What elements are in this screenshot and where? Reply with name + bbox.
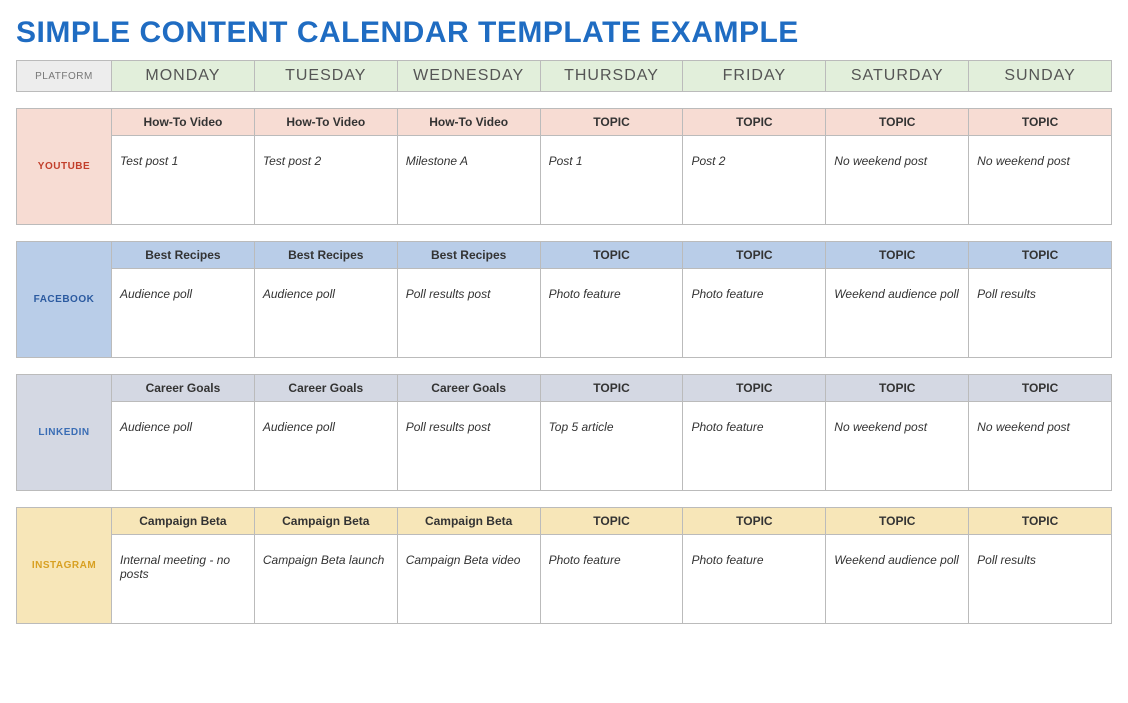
platform-section-facebook: FACEBOOKBest RecipesBest RecipesBest Rec… xyxy=(16,241,1112,358)
topic-cell: Career Goals xyxy=(398,375,541,402)
content-cell: No weekend post xyxy=(969,402,1111,490)
content-cell: Campaign Beta launch xyxy=(255,535,398,623)
platform-label: INSTAGRAM xyxy=(17,508,112,623)
topic-cell: How-To Video xyxy=(255,109,398,136)
topic-cell: TOPIC xyxy=(541,375,684,402)
topic-cell: Best Recipes xyxy=(255,242,398,269)
topic-cell: How-To Video xyxy=(112,109,255,136)
platform-section-youtube: YOUTUBEHow-To VideoHow-To VideoHow-To Vi… xyxy=(16,108,1112,225)
topic-cell: TOPIC xyxy=(683,109,826,136)
content-cell: Weekend audience poll xyxy=(826,269,969,357)
content-cell: Top 5 article xyxy=(541,402,684,490)
platform-label: FACEBOOK xyxy=(17,242,112,357)
topic-cell: TOPIC xyxy=(826,508,969,535)
content-cell: Poll results xyxy=(969,535,1111,623)
content-cell: Test post 2 xyxy=(255,136,398,224)
content-cell: Milestone A xyxy=(398,136,541,224)
day-header: SATURDAY xyxy=(826,61,969,91)
day-header: THURSDAY xyxy=(541,61,684,91)
topic-cell: Best Recipes xyxy=(398,242,541,269)
content-cell: Audience poll xyxy=(112,402,255,490)
topic-cell: TOPIC xyxy=(969,242,1111,269)
topic-cell: Campaign Beta xyxy=(398,508,541,535)
platform-label: YOUTUBE xyxy=(17,109,112,224)
platform-header: PLATFORM xyxy=(17,61,112,91)
platform-label: LINKEDIN xyxy=(17,375,112,490)
topic-cell: TOPIC xyxy=(826,242,969,269)
day-header: FRIDAY xyxy=(683,61,826,91)
content-cell: No weekend post xyxy=(826,136,969,224)
topic-cell: Campaign Beta xyxy=(255,508,398,535)
platform-section-instagram: INSTAGRAMCampaign BetaCampaign BetaCampa… xyxy=(16,507,1112,624)
day-header: MONDAY xyxy=(112,61,255,91)
content-cell: Post 2 xyxy=(683,136,826,224)
content-cell: Audience poll xyxy=(255,402,398,490)
content-cell: Poll results post xyxy=(398,402,541,490)
content-cell: No weekend post xyxy=(969,136,1111,224)
content-cell: Weekend audience poll xyxy=(826,535,969,623)
header-row: PLATFORM MONDAY TUESDAY WEDNESDAY THURSD… xyxy=(16,60,1112,92)
topic-cell: TOPIC xyxy=(826,109,969,136)
day-header: WEDNESDAY xyxy=(398,61,541,91)
topic-cell: How-To Video xyxy=(398,109,541,136)
page-title: SIMPLE CONTENT CALENDAR TEMPLATE EXAMPLE xyxy=(16,16,1112,50)
topic-cell: TOPIC xyxy=(826,375,969,402)
content-cell: Photo feature xyxy=(541,535,684,623)
platform-section-linkedin: LINKEDINCareer GoalsCareer GoalsCareer G… xyxy=(16,374,1112,491)
topic-cell: TOPIC xyxy=(969,109,1111,136)
topic-cell: Career Goals xyxy=(112,375,255,402)
topic-cell: TOPIC xyxy=(541,242,684,269)
content-cell: Photo feature xyxy=(683,402,826,490)
content-cell: Poll results xyxy=(969,269,1111,357)
topic-cell: TOPIC xyxy=(969,375,1111,402)
topic-cell: Best Recipes xyxy=(112,242,255,269)
topic-cell: TOPIC xyxy=(541,109,684,136)
content-cell: Photo feature xyxy=(683,269,826,357)
topic-cell: TOPIC xyxy=(969,508,1111,535)
topic-cell: Campaign Beta xyxy=(112,508,255,535)
content-cell: Photo feature xyxy=(683,535,826,623)
content-cell: Post 1 xyxy=(541,136,684,224)
content-cell: Audience poll xyxy=(112,269,255,357)
content-cell: Poll results post xyxy=(398,269,541,357)
topic-cell: TOPIC xyxy=(541,508,684,535)
topic-cell: TOPIC xyxy=(683,242,826,269)
content-cell: Audience poll xyxy=(255,269,398,357)
content-cell: Photo feature xyxy=(541,269,684,357)
content-cell: No weekend post xyxy=(826,402,969,490)
content-cell: Campaign Beta video xyxy=(398,535,541,623)
day-header: TUESDAY xyxy=(255,61,398,91)
topic-cell: TOPIC xyxy=(683,508,826,535)
topic-cell: TOPIC xyxy=(683,375,826,402)
day-header: SUNDAY xyxy=(969,61,1111,91)
content-cell: Test post 1 xyxy=(112,136,255,224)
topic-cell: Career Goals xyxy=(255,375,398,402)
content-cell: Internal meeting - no posts xyxy=(112,535,255,623)
